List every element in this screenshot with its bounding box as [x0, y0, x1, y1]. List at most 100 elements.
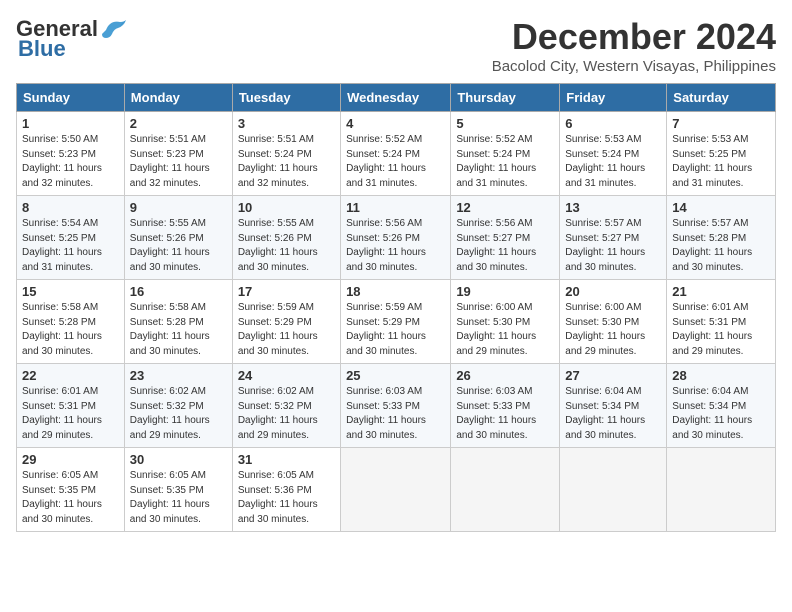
day-number: 24: [238, 368, 335, 383]
day-info: Sunrise: 6:04 AM Sunset: 5:34 PM Dayligh…: [672, 385, 770, 443]
calendar-day: 24 Sunrise: 6:02 AM Sunset: 5:32 PM Dayl…: [232, 364, 340, 448]
day-info: Sunrise: 5:59 AM Sunset: 5:29 PM Dayligh…: [238, 301, 335, 359]
day-number: 19: [456, 284, 554, 299]
day-info: Sunrise: 5:55 AM Sunset: 5:26 PM Dayligh…: [238, 217, 335, 275]
day-number: 7: [672, 116, 770, 131]
calendar-day: 1 Sunrise: 5:50 AM Sunset: 5:23 PM Dayli…: [17, 112, 125, 196]
day-info: Sunrise: 5:57 AM Sunset: 5:28 PM Dayligh…: [672, 217, 770, 275]
calendar-day: 15 Sunrise: 5:58 AM Sunset: 5:28 PM Dayl…: [17, 280, 125, 364]
calendar-day: [667, 448, 776, 532]
day-info: Sunrise: 5:58 AM Sunset: 5:28 PM Dayligh…: [130, 301, 227, 359]
calendar-body: 1 Sunrise: 5:50 AM Sunset: 5:23 PM Dayli…: [17, 112, 776, 532]
calendar-day: 11 Sunrise: 5:56 AM Sunset: 5:26 PM Dayl…: [341, 196, 451, 280]
day-number: 16: [130, 284, 227, 299]
calendar-day: [560, 448, 667, 532]
calendar-day: 2 Sunrise: 5:51 AM Sunset: 5:23 PM Dayli…: [124, 112, 232, 196]
day-number: 1: [22, 116, 119, 131]
day-info: Sunrise: 6:03 AM Sunset: 5:33 PM Dayligh…: [456, 385, 554, 443]
day-number: 20: [565, 284, 661, 299]
day-number: 26: [456, 368, 554, 383]
day-info: Sunrise: 5:53 AM Sunset: 5:25 PM Dayligh…: [672, 133, 770, 191]
day-info: Sunrise: 6:04 AM Sunset: 5:34 PM Dayligh…: [565, 385, 661, 443]
calendar-day: 19 Sunrise: 6:00 AM Sunset: 5:30 PM Dayl…: [451, 280, 560, 364]
calendar-week-row: 22 Sunrise: 6:01 AM Sunset: 5:31 PM Dayl…: [17, 364, 776, 448]
logo-bird-icon: [100, 18, 128, 40]
day-info: Sunrise: 5:56 AM Sunset: 5:26 PM Dayligh…: [346, 217, 445, 275]
calendar-day: 29 Sunrise: 6:05 AM Sunset: 5:35 PM Dayl…: [17, 448, 125, 532]
day-number: 21: [672, 284, 770, 299]
calendar-week-row: 8 Sunrise: 5:54 AM Sunset: 5:25 PM Dayli…: [17, 196, 776, 280]
calendar-day: 5 Sunrise: 5:52 AM Sunset: 5:24 PM Dayli…: [451, 112, 560, 196]
calendar-day: 7 Sunrise: 5:53 AM Sunset: 5:25 PM Dayli…: [667, 112, 776, 196]
calendar-header-row: SundayMondayTuesdayWednesdayThursdayFrid…: [17, 84, 776, 112]
day-number: 9: [130, 200, 227, 215]
day-number: 22: [22, 368, 119, 383]
calendar-day: 4 Sunrise: 5:52 AM Sunset: 5:24 PM Dayli…: [341, 112, 451, 196]
calendar-day: 25 Sunrise: 6:03 AM Sunset: 5:33 PM Dayl…: [341, 364, 451, 448]
day-number: 29: [22, 452, 119, 467]
day-info: Sunrise: 5:54 AM Sunset: 5:25 PM Dayligh…: [22, 217, 119, 275]
day-info: Sunrise: 6:00 AM Sunset: 5:30 PM Dayligh…: [456, 301, 554, 359]
day-number: 27: [565, 368, 661, 383]
calendar-day: 16 Sunrise: 5:58 AM Sunset: 5:28 PM Dayl…: [124, 280, 232, 364]
calendar-day: 28 Sunrise: 6:04 AM Sunset: 5:34 PM Dayl…: [667, 364, 776, 448]
day-info: Sunrise: 5:52 AM Sunset: 5:24 PM Dayligh…: [456, 133, 554, 191]
calendar-day: 8 Sunrise: 5:54 AM Sunset: 5:25 PM Dayli…: [17, 196, 125, 280]
day-info: Sunrise: 5:53 AM Sunset: 5:24 PM Dayligh…: [565, 133, 661, 191]
calendar-week-row: 29 Sunrise: 6:05 AM Sunset: 5:35 PM Dayl…: [17, 448, 776, 532]
calendar-day: 18 Sunrise: 5:59 AM Sunset: 5:29 PM Dayl…: [341, 280, 451, 364]
day-number: 30: [130, 452, 227, 467]
day-info: Sunrise: 6:01 AM Sunset: 5:31 PM Dayligh…: [672, 301, 770, 359]
location: Bacolod City, Western Visayas, Philippin…: [492, 58, 776, 75]
day-info: Sunrise: 5:59 AM Sunset: 5:29 PM Dayligh…: [346, 301, 445, 359]
logo: General Blue: [16, 16, 128, 62]
day-number: 17: [238, 284, 335, 299]
calendar-day: 30 Sunrise: 6:05 AM Sunset: 5:35 PM Dayl…: [124, 448, 232, 532]
month-title: December 2024: [492, 16, 776, 58]
title-block: December 2024 Bacolod City, Western Visa…: [492, 16, 776, 75]
day-info: Sunrise: 6:02 AM Sunset: 5:32 PM Dayligh…: [238, 385, 335, 443]
calendar-day: 9 Sunrise: 5:55 AM Sunset: 5:26 PM Dayli…: [124, 196, 232, 280]
day-number: 31: [238, 452, 335, 467]
day-header-tuesday: Tuesday: [232, 84, 340, 112]
calendar-day: 6 Sunrise: 5:53 AM Sunset: 5:24 PM Dayli…: [560, 112, 667, 196]
day-number: 12: [456, 200, 554, 215]
page-header: General Blue December 2024 Bacolod City,…: [16, 16, 776, 75]
day-info: Sunrise: 6:05 AM Sunset: 5:35 PM Dayligh…: [22, 469, 119, 527]
calendar-day: 22 Sunrise: 6:01 AM Sunset: 5:31 PM Dayl…: [17, 364, 125, 448]
day-header-sunday: Sunday: [17, 84, 125, 112]
calendar-day: 10 Sunrise: 5:55 AM Sunset: 5:26 PM Dayl…: [232, 196, 340, 280]
day-number: 6: [565, 116, 661, 131]
day-header-friday: Friday: [560, 84, 667, 112]
day-number: 15: [22, 284, 119, 299]
day-info: Sunrise: 5:52 AM Sunset: 5:24 PM Dayligh…: [346, 133, 445, 191]
day-info: Sunrise: 6:02 AM Sunset: 5:32 PM Dayligh…: [130, 385, 227, 443]
day-header-wednesday: Wednesday: [341, 84, 451, 112]
calendar-day: 21 Sunrise: 6:01 AM Sunset: 5:31 PM Dayl…: [667, 280, 776, 364]
day-info: Sunrise: 6:05 AM Sunset: 5:36 PM Dayligh…: [238, 469, 335, 527]
day-info: Sunrise: 5:58 AM Sunset: 5:28 PM Dayligh…: [22, 301, 119, 359]
calendar-day: [341, 448, 451, 532]
day-info: Sunrise: 5:51 AM Sunset: 5:23 PM Dayligh…: [130, 133, 227, 191]
day-number: 2: [130, 116, 227, 131]
calendar-day: 3 Sunrise: 5:51 AM Sunset: 5:24 PM Dayli…: [232, 112, 340, 196]
calendar-day: 26 Sunrise: 6:03 AM Sunset: 5:33 PM Dayl…: [451, 364, 560, 448]
calendar-day: 23 Sunrise: 6:02 AM Sunset: 5:32 PM Dayl…: [124, 364, 232, 448]
calendar-day: 17 Sunrise: 5:59 AM Sunset: 5:29 PM Dayl…: [232, 280, 340, 364]
day-info: Sunrise: 6:00 AM Sunset: 5:30 PM Dayligh…: [565, 301, 661, 359]
day-number: 28: [672, 368, 770, 383]
day-number: 3: [238, 116, 335, 131]
day-info: Sunrise: 5:57 AM Sunset: 5:27 PM Dayligh…: [565, 217, 661, 275]
day-number: 13: [565, 200, 661, 215]
calendar-week-row: 1 Sunrise: 5:50 AM Sunset: 5:23 PM Dayli…: [17, 112, 776, 196]
day-info: Sunrise: 6:05 AM Sunset: 5:35 PM Dayligh…: [130, 469, 227, 527]
calendar-day: 14 Sunrise: 5:57 AM Sunset: 5:28 PM Dayl…: [667, 196, 776, 280]
day-info: Sunrise: 5:50 AM Sunset: 5:23 PM Dayligh…: [22, 133, 119, 191]
day-number: 25: [346, 368, 445, 383]
calendar-week-row: 15 Sunrise: 5:58 AM Sunset: 5:28 PM Dayl…: [17, 280, 776, 364]
day-number: 23: [130, 368, 227, 383]
calendar-table: SundayMondayTuesdayWednesdayThursdayFrid…: [16, 83, 776, 532]
day-info: Sunrise: 5:55 AM Sunset: 5:26 PM Dayligh…: [130, 217, 227, 275]
day-number: 14: [672, 200, 770, 215]
calendar-day: 13 Sunrise: 5:57 AM Sunset: 5:27 PM Dayl…: [560, 196, 667, 280]
